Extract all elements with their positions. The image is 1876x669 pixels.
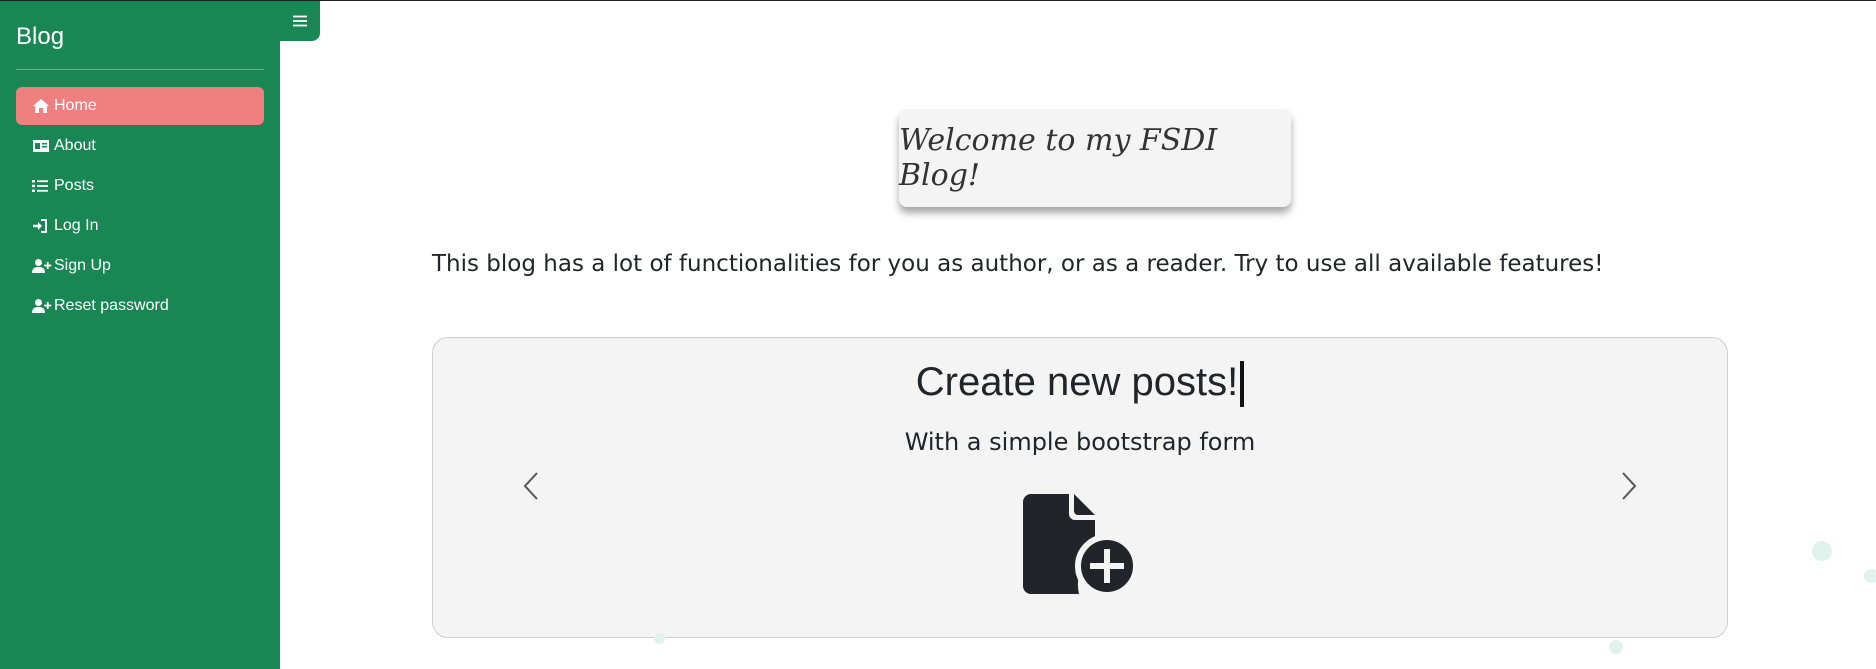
list-icon	[32, 178, 52, 194]
id-card-icon	[32, 138, 52, 154]
user-plus-icon	[32, 258, 52, 274]
sidebar-item-label: Log In	[54, 217, 99, 234]
carousel-prev-button[interactable]	[511, 468, 551, 508]
sidebar-item-label: Posts	[54, 177, 95, 194]
slide-subtitle: With a simple bootstrap form	[904, 428, 1256, 456]
carousel-next-button[interactable]	[1609, 468, 1649, 508]
decorative-dot	[1812, 541, 1832, 561]
sidebar-item-about[interactable]: About	[16, 127, 264, 165]
sidebar-nav: Home About Posts Log In Sign Up Reset pa…	[16, 87, 264, 327]
welcome-card: Welcome to my FSDI Blog!	[899, 109, 1291, 207]
slide-title-text: Create new posts!	[915, 360, 1239, 404]
brand-title[interactable]: Blog	[16, 23, 64, 51]
chevron-left-icon	[523, 471, 539, 505]
sidebar-item-label: Sign Up	[54, 257, 111, 274]
welcome-title: Welcome to my FSDI Blog!	[899, 123, 1218, 193]
sidebar-divider	[16, 69, 264, 70]
chevron-right-icon	[1621, 471, 1637, 505]
feature-carousel: Create new posts! With a simple bootstra…	[432, 337, 1728, 638]
sidebar: Blog Home About Posts Log In Sign Up Res…	[0, 1, 280, 669]
decorative-dot	[1609, 640, 1623, 654]
sidebar-item-posts[interactable]: Posts	[16, 167, 264, 205]
sidebar-item-label: Reset password	[54, 297, 169, 314]
slide-title: Create new posts!	[433, 360, 1727, 408]
text-cursor	[1240, 361, 1245, 408]
file-plus-icon	[1023, 494, 1139, 600]
decorative-dot	[654, 633, 665, 644]
sidebar-toggle-button[interactable]	[280, 1, 320, 41]
hamburger-icon	[293, 12, 307, 31]
user-plus-icon	[32, 298, 52, 314]
decorative-dot	[1864, 569, 1876, 583]
sidebar-item-home[interactable]: Home	[16, 87, 264, 125]
intro-text: This blog has a lot of functionalities f…	[432, 251, 1604, 277]
login-icon	[32, 218, 52, 234]
sidebar-item-login[interactable]: Log In	[16, 207, 264, 245]
sidebar-item-reset-password[interactable]: Reset password	[16, 287, 264, 325]
sidebar-item-label: Home	[54, 97, 97, 114]
home-icon	[32, 98, 52, 114]
sidebar-item-signup[interactable]: Sign Up	[16, 247, 264, 285]
sidebar-item-label: About	[54, 137, 96, 154]
